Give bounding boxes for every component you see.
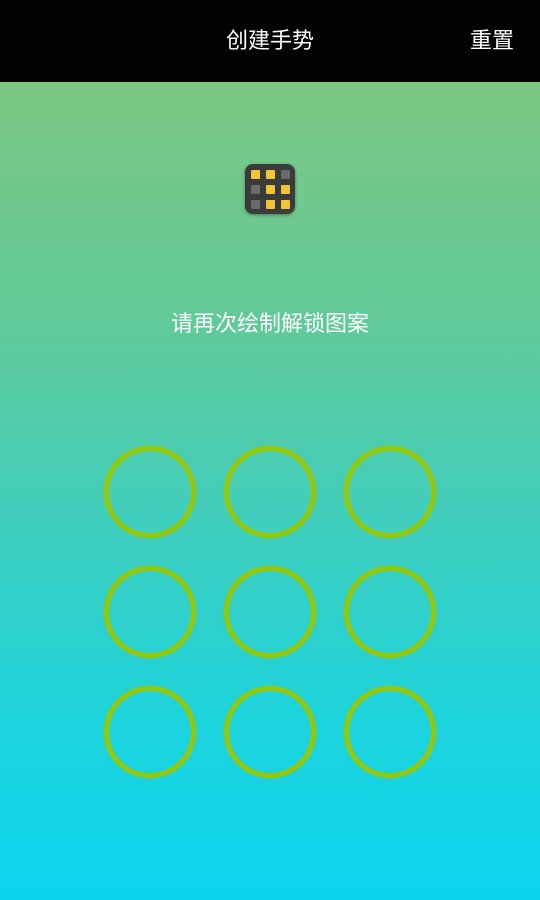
preview-cell-4 [251, 185, 260, 194]
preview-cell-3 [281, 170, 290, 179]
page-title: 创建手势 [225, 29, 314, 54]
preview-cell-1 [251, 170, 260, 179]
pattern-node-2[interactable] [224, 446, 316, 538]
pattern-node-8[interactable] [224, 686, 316, 778]
gesture-screen: 创建手势 重置 请再次绘制解锁图案 [0, 0, 540, 900]
pattern-node-9[interactable] [344, 686, 436, 778]
pattern-node-1[interactable] [104, 446, 196, 538]
pattern-node-5[interactable] [224, 566, 316, 658]
pattern-node-3[interactable] [344, 446, 436, 538]
pattern-node-4[interactable] [104, 566, 196, 658]
pattern-node-6[interactable] [344, 566, 436, 658]
preview-cell-2 [266, 170, 275, 179]
preview-cell-8 [266, 200, 275, 209]
reset-button[interactable]: 重置 [470, 0, 514, 82]
preview-cell-6 [281, 185, 290, 194]
preview-cell-7 [251, 200, 260, 209]
pattern-preview-icon [245, 164, 295, 214]
pattern-node-7[interactable] [104, 686, 196, 778]
preview-cell-9 [281, 200, 290, 209]
preview-cell-5 [266, 185, 275, 194]
draw-again-hint: 请再次绘制解锁图案 [170, 312, 369, 337]
